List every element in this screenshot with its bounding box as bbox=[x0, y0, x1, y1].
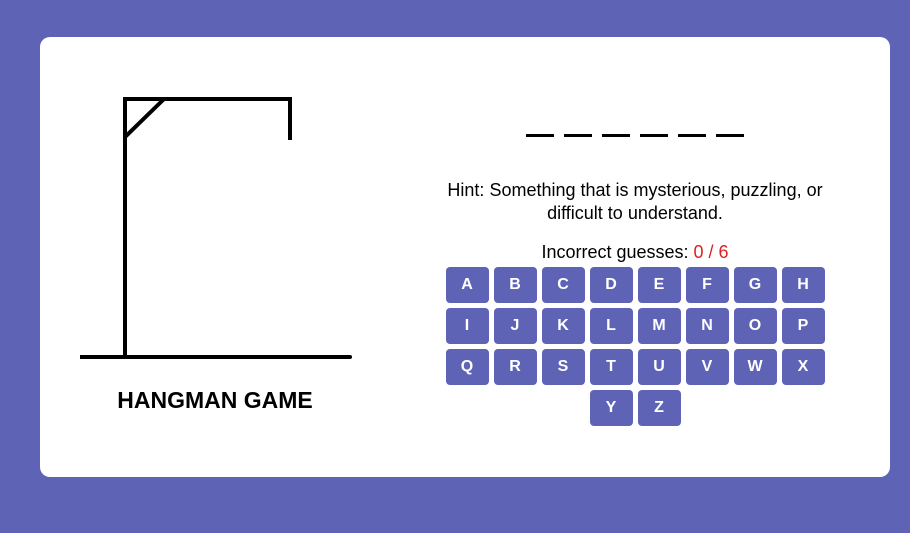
hint-label: Hint: bbox=[447, 180, 485, 200]
key-q[interactable]: Q bbox=[445, 349, 489, 385]
key-c[interactable]: C bbox=[541, 267, 585, 303]
key-g[interactable]: G bbox=[733, 267, 777, 303]
key-m[interactable]: M bbox=[637, 308, 681, 344]
key-u[interactable]: U bbox=[637, 349, 681, 385]
guesses-label: Incorrect guesses: bbox=[541, 242, 689, 262]
key-n[interactable]: N bbox=[685, 308, 729, 344]
letter-keyboard: ABCDEFGH IJKLMNOP QRSTUVWX YZ bbox=[423, 267, 847, 426]
letter-slot bbox=[526, 134, 554, 137]
letter-slot bbox=[678, 134, 706, 137]
letter-slot bbox=[602, 134, 630, 137]
key-t[interactable]: T bbox=[589, 349, 633, 385]
game-card: HANGMAN GAME Hint: Something that is mys… bbox=[40, 37, 890, 477]
key-w[interactable]: W bbox=[733, 349, 777, 385]
gallows-brace bbox=[123, 97, 166, 139]
letter-slot bbox=[564, 134, 592, 137]
key-l[interactable]: L bbox=[589, 308, 633, 344]
key-e[interactable]: E bbox=[637, 267, 681, 303]
key-p[interactable]: P bbox=[781, 308, 825, 344]
key-f[interactable]: F bbox=[685, 267, 729, 303]
key-z[interactable]: Z bbox=[637, 390, 681, 426]
key-d[interactable]: D bbox=[589, 267, 633, 303]
key-x[interactable]: X bbox=[781, 349, 825, 385]
guesses-count: 0 / 6 bbox=[693, 242, 729, 262]
hint-value: Something that is mysterious, puzzling, … bbox=[489, 180, 823, 223]
incorrect-guesses: Incorrect guesses: 0 / 6 bbox=[430, 242, 840, 263]
gallows-drawing bbox=[80, 97, 352, 359]
letter-slot bbox=[716, 134, 744, 137]
key-k[interactable]: K bbox=[541, 308, 585, 344]
key-h[interactable]: H bbox=[781, 267, 825, 303]
key-s[interactable]: S bbox=[541, 349, 585, 385]
key-a[interactable]: A bbox=[445, 267, 489, 303]
hint-text: Hint: Something that is mysterious, puzz… bbox=[430, 179, 840, 225]
key-y[interactable]: Y bbox=[589, 390, 633, 426]
key-i[interactable]: I bbox=[445, 308, 489, 344]
word-display bbox=[526, 134, 754, 137]
game-title: HANGMAN GAME bbox=[117, 387, 313, 413]
key-j[interactable]: J bbox=[493, 308, 537, 344]
key-v[interactable]: V bbox=[685, 349, 729, 385]
key-r[interactable]: R bbox=[493, 349, 537, 385]
key-b[interactable]: B bbox=[493, 267, 537, 303]
letter-slot bbox=[640, 134, 668, 137]
key-o[interactable]: O bbox=[733, 308, 777, 344]
